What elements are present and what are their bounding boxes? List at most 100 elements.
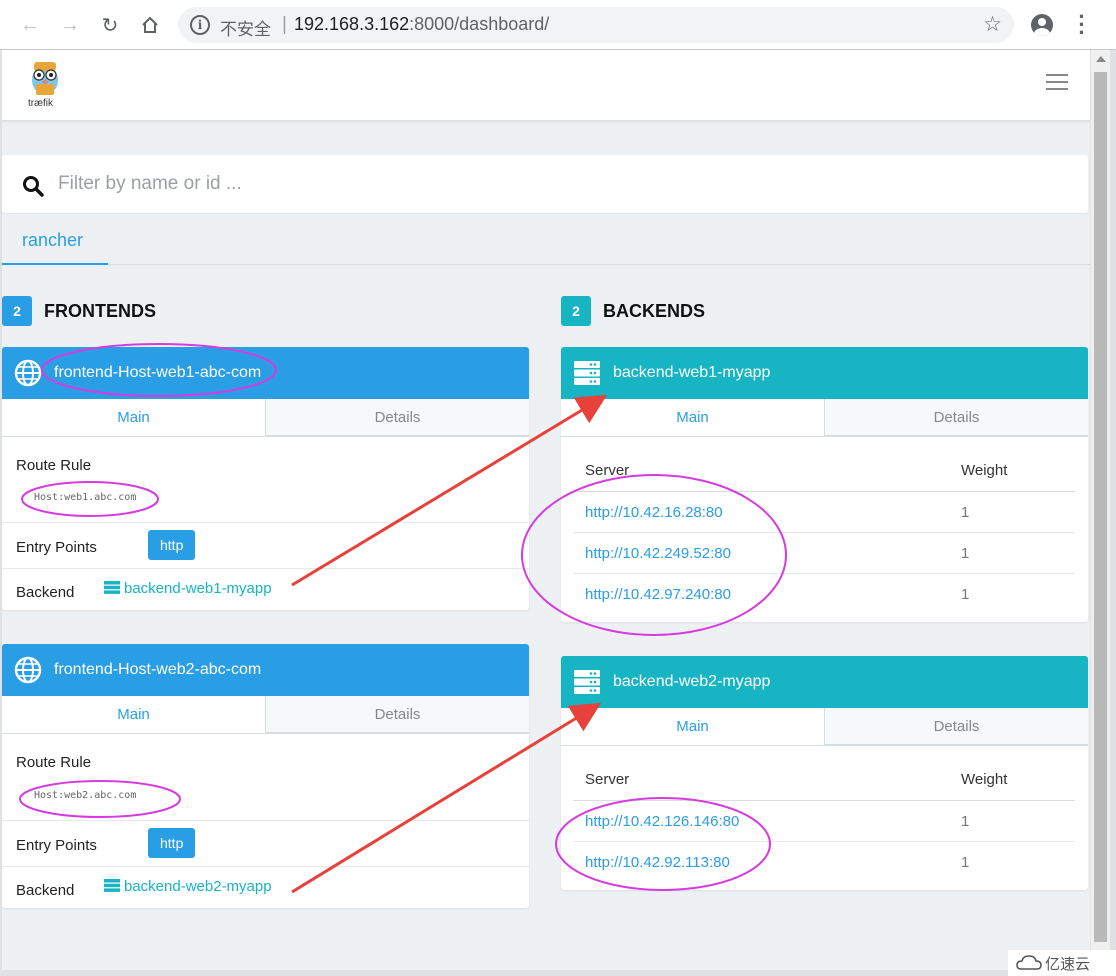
back-arrow-icon[interactable]: ←	[16, 11, 44, 39]
server-url-link[interactable]: http://10.42.249.52:80	[585, 545, 731, 562]
address-bar[interactable]: i 不安全 | 192.168.3.162:8000/dashboard/ ☆	[178, 7, 1014, 43]
frontends-header: 2 FRONTENDS	[2, 296, 156, 326]
home-icon[interactable]	[136, 11, 164, 39]
table-row: http://10.42.126.146:80 1	[573, 801, 1075, 842]
server-weight: 1	[961, 504, 970, 521]
frontend-card-header: frontend-Host-web2-abc-com	[2, 644, 529, 696]
traefik-logo[interactable]: træfik	[26, 58, 64, 110]
server-url-link[interactable]: http://10.42.97.240:80	[585, 586, 731, 603]
bookmark-star-icon[interactable]: ☆	[983, 12, 1002, 37]
backend-link-text[interactable]: backend-web1-myapp	[124, 580, 272, 597]
route-rule-value: Host:web2.abc.com	[34, 790, 137, 801]
row-divider	[2, 522, 529, 523]
vertical-scrollbar[interactable]	[1090, 50, 1110, 970]
server-url-link[interactable]: http://10.42.92.113:80	[585, 854, 730, 871]
entry-points-label: Entry Points	[16, 539, 97, 556]
frontend-card: frontend-Host-web2-abc-com Main Details …	[2, 644, 529, 908]
backend-card-tabs: Main Details	[561, 399, 1088, 437]
servers-table: Server Weight http://10.42.126.146:80 1 …	[573, 759, 1075, 883]
tab-main[interactable]: Main	[561, 399, 824, 436]
server-url-link[interactable]: http://10.42.126.146:80	[585, 813, 739, 830]
backend-link[interactable]: backend-web2-myapp	[104, 878, 272, 896]
tab-details[interactable]: Details	[824, 399, 1088, 436]
route-rule-value: Host:web1.abc.com	[34, 492, 137, 503]
server-url-link[interactable]: http://10.42.16.28:80	[585, 504, 723, 521]
scroll-up-arrow-icon[interactable]	[1096, 56, 1106, 62]
watermark: 亿速云	[1008, 950, 1116, 976]
table-row: http://10.42.97.240:80 1	[573, 574, 1075, 615]
gopher-mascot-icon	[32, 62, 58, 95]
url-path: :8000/dashboard/	[409, 14, 550, 34]
backends-title: BACKENDS	[603, 300, 706, 321]
tab-main[interactable]: Main	[2, 696, 265, 733]
url-separator: |	[282, 14, 287, 35]
row-divider	[2, 820, 529, 821]
tab-main[interactable]: Main	[2, 399, 265, 436]
col-weight: Weight	[961, 462, 1008, 479]
frontend-name: frontend-Host-web2-abc-com	[54, 661, 262, 678]
server-stack-icon	[574, 670, 600, 694]
entry-point-badge[interactable]: http	[148, 828, 196, 858]
servers-table: Server Weight http://10.42.16.28:80 1 ht…	[573, 450, 1075, 615]
frontend-card-header: frontend-Host-web1-abc-com	[2, 347, 529, 399]
entry-point-badge[interactable]: http	[148, 530, 196, 560]
reload-icon[interactable]: ↻	[96, 11, 124, 39]
col-weight: Weight	[961, 771, 1008, 788]
watermark-text: 亿速云	[1045, 954, 1091, 973]
entry-points-label: Entry Points	[16, 837, 97, 854]
server-stack-icon	[574, 361, 600, 385]
browser-menu-icon[interactable]: · · ·	[1074, 6, 1090, 44]
tab-details[interactable]: Details	[265, 696, 529, 733]
tab-rancher[interactable]: rancher	[2, 215, 108, 265]
table-row: http://10.42.249.52:80 1	[573, 533, 1075, 574]
frontend-name: frontend-Host-web1-abc-com	[54, 364, 262, 381]
server-weight: 1	[961, 586, 970, 603]
server-weight: 1	[961, 545, 970, 562]
backend-card-header: backend-web1-myapp	[561, 347, 1088, 399]
search-icon	[23, 176, 44, 197]
server-weight: 1	[961, 854, 970, 871]
backends-count-badge: 2	[561, 296, 591, 326]
scrollbar-thumb[interactable]	[1094, 72, 1107, 942]
frontend-card: frontend-Host-web1-abc-com Main Details …	[2, 347, 529, 610]
globe-icon	[14, 359, 42, 387]
row-divider	[2, 568, 529, 569]
app-header: træfik	[2, 50, 1090, 120]
browser-toolbar: ← → ↻ i 不安全 | 192.168.3.162:8000/dashboa…	[0, 0, 1116, 50]
servers-table-header: Server Weight	[573, 759, 1075, 801]
info-icon[interactable]: i	[190, 15, 210, 35]
table-row: http://10.42.92.113:80 1	[573, 842, 1075, 883]
url-text: 192.168.3.162:8000/dashboard/	[294, 14, 549, 35]
backend-card-header: backend-web2-myapp	[561, 656, 1088, 708]
server-icon	[104, 581, 120, 594]
forward-arrow-icon[interactable]: →	[56, 11, 84, 39]
frontends-title: FRONTENDS	[44, 300, 156, 321]
hamburger-menu-icon[interactable]	[1046, 74, 1068, 90]
backend-link[interactable]: backend-web1-myapp	[104, 580, 272, 598]
cloud-logo-icon	[1016, 955, 1042, 970]
servers-table-header: Server Weight	[573, 450, 1075, 492]
tab-details[interactable]: Details	[265, 399, 529, 436]
route-rule-label: Route Rule	[16, 457, 92, 474]
backend-card-tabs: Main Details	[561, 708, 1088, 746]
logo-text: træfik	[28, 98, 53, 109]
backend-card: backend-web1-myapp Main Details Server W…	[561, 347, 1088, 622]
frontend-card-tabs: Main Details	[2, 399, 529, 437]
backend-name: backend-web2-myapp	[613, 673, 771, 690]
globe-icon	[14, 656, 42, 684]
tab-details[interactable]: Details	[824, 708, 1088, 745]
search-input[interactable]	[58, 169, 958, 199]
backend-card: backend-web2-myapp Main Details Server W…	[561, 656, 1088, 890]
row-divider	[2, 866, 529, 867]
backends-header: 2 BACKENDS	[561, 296, 705, 326]
tab-main[interactable]: Main	[561, 708, 824, 745]
backend-link-text[interactable]: backend-web2-myapp	[124, 878, 272, 895]
server-icon	[104, 879, 120, 892]
col-server: Server	[585, 462, 630, 479]
security-label: 不安全	[220, 20, 271, 40]
page-viewport: træfik rancher 2 FRONTENDS 2 BACKENDS	[2, 50, 1090, 970]
profile-avatar-icon[interactable]	[1031, 14, 1053, 36]
backend-name: backend-web1-myapp	[613, 364, 771, 381]
filter-bar	[2, 155, 1088, 213]
frontends-count-badge: 2	[2, 296, 32, 326]
